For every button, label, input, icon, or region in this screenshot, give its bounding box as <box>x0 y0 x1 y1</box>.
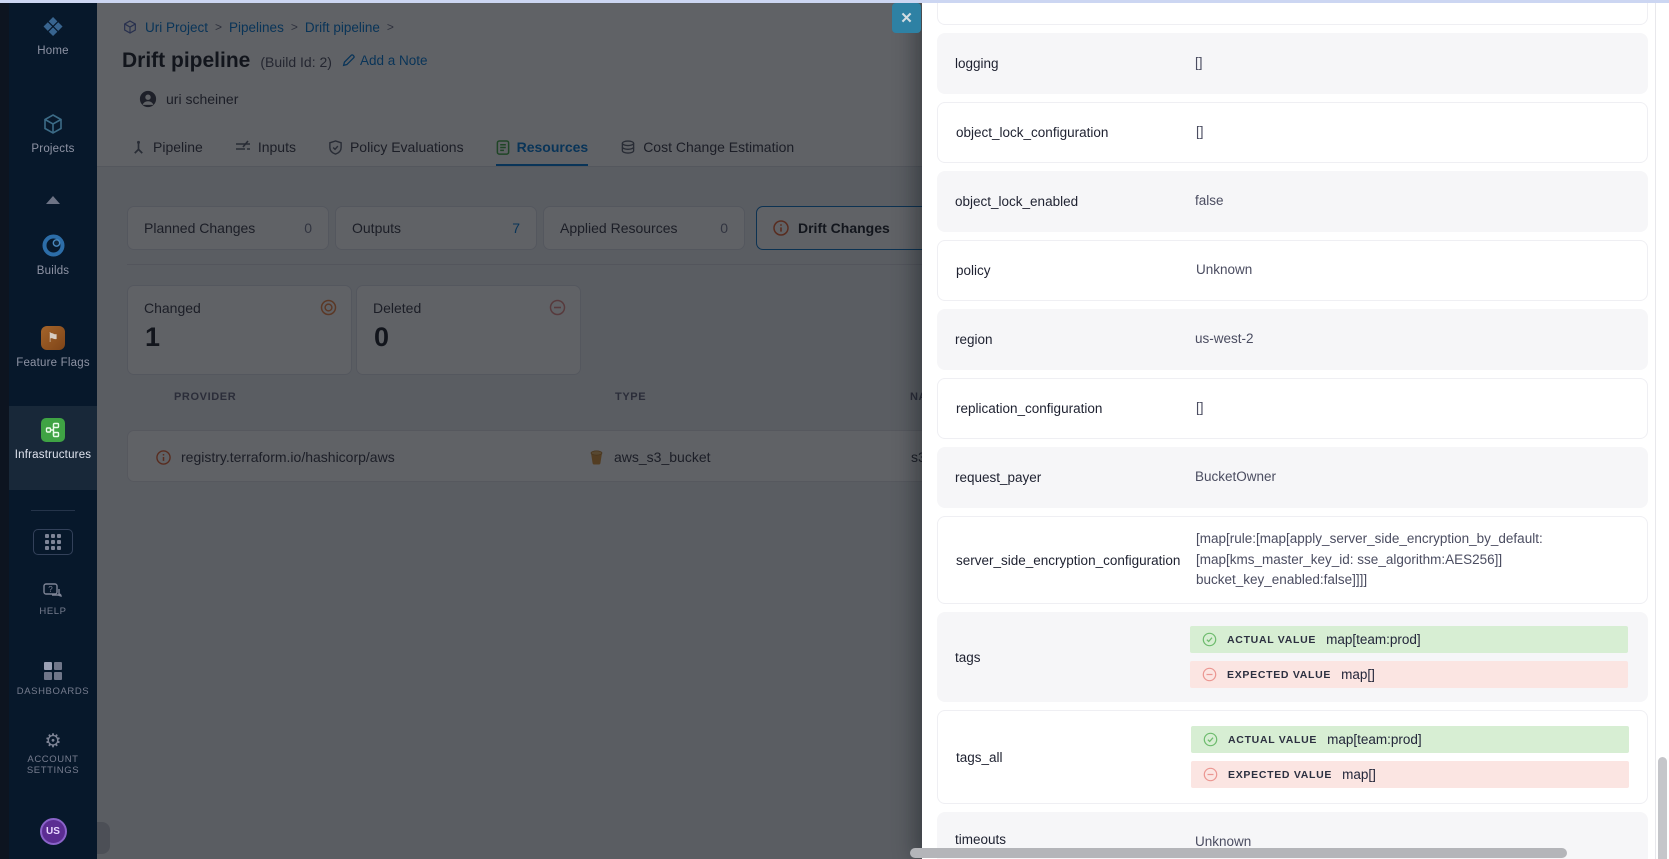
sidebar-item-account-settings[interactable]: ⚙ ACCOUNT SETTINGS <box>9 733 97 776</box>
attribute-key: region <box>955 332 1195 347</box>
attribute-row: replication_configuration [] <box>937 378 1648 439</box>
attribute-row-drifted: tags ACTUAL VALUE map[team:prod] EXPECTE… <box>937 612 1648 702</box>
user-avatar[interactable]: US <box>9 818 97 845</box>
attribute-list: logging [] object_lock_configuration [] … <box>937 0 1648 859</box>
vertical-scrollbar-thumb[interactable] <box>1658 757 1667 859</box>
actual-value: map[team:prod] <box>1327 732 1422 747</box>
actual-value-label: ACTUAL VALUE <box>1227 634 1316 646</box>
attribute-row: server_side_encryption_configuration [ma… <box>937 516 1648 604</box>
attribute-value: [] <box>1196 398 1204 419</box>
horizontal-scrollbar-thumb[interactable] <box>910 848 1567 858</box>
attribute-row: logging [] <box>937 33 1648 94</box>
attribute-value: [] <box>1195 53 1203 74</box>
sidebar-item-label: HELP <box>39 606 66 617</box>
sidebar-item-label: Projects <box>31 143 74 155</box>
sidebar-item-label: Builds <box>37 265 70 277</box>
sidebar-item-builds[interactable]: Builds <box>9 233 97 277</box>
gear-icon: ⚙ <box>44 733 61 751</box>
expected-value-bar: EXPECTED VALUE map[] <box>1191 761 1629 788</box>
attribute-value: [map[rule:[map[apply_server_side_encrypt… <box>1196 529 1629 592</box>
attribute-row: object_lock_configuration [] <box>937 102 1648 163</box>
dashboards-icon <box>44 662 62 680</box>
actual-value-bar: ACTUAL VALUE map[team:prod] <box>1191 726 1629 753</box>
projects-cube-icon <box>41 112 65 136</box>
minus-circle-icon <box>1202 667 1217 682</box>
attribute-value: [] <box>1196 122 1204 143</box>
attribute-row: region us-west-2 <box>937 309 1648 370</box>
builds-icon <box>41 233 66 258</box>
module-sidebar: ❖ Home Projects Builds ⚑ Feature Flags <box>9 0 97 859</box>
expected-value-label: EXPECTED VALUE <box>1228 769 1332 781</box>
home-icon: ❖ <box>41 16 64 38</box>
attribute-key: tags_all <box>956 750 1196 765</box>
feature-flags-icon: ⚑ <box>41 326 65 350</box>
infrastructures-icon <box>41 418 65 442</box>
attribute-value: us-west-2 <box>1195 329 1254 350</box>
sidebar-item-label: SETTINGS <box>27 765 79 776</box>
close-drawer-button[interactable]: ✕ <box>892 3 921 33</box>
check-circle-icon <box>1202 632 1217 647</box>
attribute-value: BucketOwner <box>1195 467 1276 488</box>
drawer-row-partial <box>937 0 1648 25</box>
attribute-row: request_payer BucketOwner <box>937 447 1648 508</box>
expected-value: map[] <box>1342 767 1376 782</box>
help-chat-icon: ? <box>42 582 64 602</box>
expected-value: map[] <box>1341 667 1375 682</box>
window-edge-strip <box>0 0 9 859</box>
sidebar-item-home[interactable]: ❖ Home <box>9 16 97 57</box>
sidebar-item-projects[interactable]: Projects <box>9 112 97 155</box>
attribute-key: server_side_encryption_configuration <box>956 553 1196 568</box>
actual-value-label: ACTUAL VALUE <box>1228 734 1317 746</box>
sidebar-item-label: Infrastructures <box>15 449 92 461</box>
sidebar-item-label: DASHBOARDS <box>17 686 90 697</box>
attribute-row: object_lock_enabled false <box>937 171 1648 232</box>
chevron-up-icon <box>46 196 60 204</box>
vertical-scrollbar[interactable] <box>1655 0 1669 859</box>
sidebar-item-label: Home <box>37 45 68 57</box>
avatar-initials: US <box>40 818 67 845</box>
close-icon: ✕ <box>900 9 913 27</box>
sidebar-divider <box>31 510 75 511</box>
window-top-strip <box>0 0 1669 3</box>
sidebar-item-help[interactable]: ? HELP <box>9 582 97 617</box>
attribute-row-drifted: tags_all ACTUAL VALUE map[team:prod] EXP… <box>937 710 1648 804</box>
actual-value-bar: ACTUAL VALUE map[team:prod] <box>1190 626 1628 653</box>
svg-text:?: ? <box>48 585 53 594</box>
attribute-value: false <box>1195 191 1224 212</box>
app-window: ❖ Home Projects Builds ⚑ Feature Flags <box>0 0 1669 859</box>
sidebar-item-label: ACCOUNT <box>27 754 78 765</box>
expected-value-label: EXPECTED VALUE <box>1227 669 1331 681</box>
attribute-key: timeouts <box>955 832 1195 847</box>
attribute-key: object_lock_configuration <box>956 125 1196 140</box>
minus-circle-icon <box>1203 767 1218 782</box>
sidebar-item-dashboards[interactable]: DASHBOARDS <box>9 662 97 697</box>
attribute-key: policy <box>956 263 1196 278</box>
attribute-key: logging <box>955 56 1195 71</box>
expected-value-bar: EXPECTED VALUE map[] <box>1190 661 1628 688</box>
module-picker-button[interactable] <box>33 529 73 555</box>
apps-grid-icon <box>45 534 61 550</box>
sidebar-item-infrastructures[interactable]: Infrastructures <box>9 418 97 461</box>
attribute-key: request_payer <box>955 470 1195 485</box>
sidebar-item-feature-flags[interactable]: ⚑ Feature Flags <box>9 326 97 369</box>
attribute-key: tags <box>955 650 1195 665</box>
attribute-key: replication_configuration <box>956 401 1196 416</box>
attribute-row: policy Unknown <box>937 240 1648 301</box>
attribute-value: Unknown <box>1196 260 1252 281</box>
attribute-key: object_lock_enabled <box>955 194 1195 209</box>
sidebar-collapse-chevron[interactable] <box>9 196 97 204</box>
sidebar-item-label: Feature Flags <box>16 357 90 369</box>
drift-details-drawer: ✕ logging [] object_lock_configuration [… <box>922 0 1669 859</box>
check-circle-icon <box>1203 732 1218 747</box>
actual-value: map[team:prod] <box>1326 632 1421 647</box>
